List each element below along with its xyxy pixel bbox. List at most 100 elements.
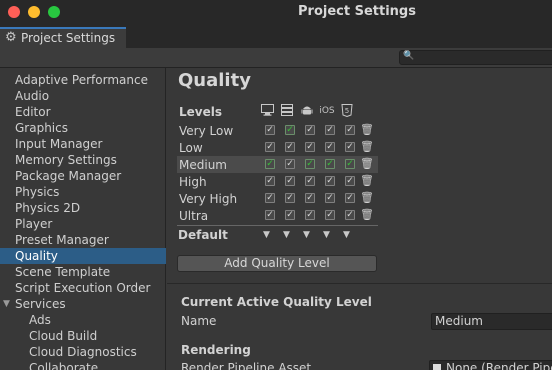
sidebar-item-cloud-build[interactable]: Cloud Build <box>0 328 166 344</box>
sidebar-item-label: Editor <box>15 105 51 119</box>
add-quality-level-button[interactable]: Add Quality Level <box>177 255 377 272</box>
sidebar-item-memory-settings[interactable]: Memory Settings <box>0 152 166 168</box>
toolbar: 🔍 <box>0 48 552 68</box>
quality-level-name: Ultra <box>179 209 209 223</box>
trash-icon[interactable]: 🗑 <box>360 208 374 222</box>
page-title: Quality <box>178 70 251 91</box>
tab-strip: ⚙ Project Settings <box>0 26 552 48</box>
sidebar-item-adaptive-performance[interactable]: Adaptive Performance <box>0 72 166 88</box>
platform-checkbox[interactable]: ✓ <box>265 193 275 203</box>
platform-checkbox[interactable]: ✓ <box>305 210 315 220</box>
trash-icon[interactable]: 🗑 <box>360 140 374 154</box>
sidebar-item-script-execution-order[interactable]: Script Execution Order <box>0 280 166 296</box>
default-dropdown-standalone[interactable]: ▼ <box>263 230 270 240</box>
trash-icon[interactable]: 🗑 <box>360 191 374 205</box>
render-pipeline-value: None (Render Pipeline Asset) <box>446 361 552 370</box>
platform-checkbox[interactable]: ✓ <box>345 159 355 169</box>
quality-level-row[interactable]: Very High ✓ ✓ ✓ ✓ ✓ 🗑 <box>177 190 378 207</box>
tab-label: Project Settings <box>21 31 116 45</box>
platform-checkbox[interactable]: ✓ <box>265 210 275 220</box>
sidebar-item-cloud-diagnostics[interactable]: Cloud Diagnostics <box>0 344 166 360</box>
platform-checkbox[interactable]: ✓ <box>285 176 295 186</box>
platform-checkbox[interactable]: ✓ <box>265 125 275 135</box>
platform-checkbox[interactable]: ✓ <box>305 142 315 152</box>
platform-checkbox[interactable]: ✓ <box>285 159 295 169</box>
trash-icon[interactable]: 🗑 <box>360 157 374 171</box>
platform-checkbox[interactable]: ✓ <box>285 210 295 220</box>
sidebar-item-label: Collaborate <box>29 361 99 370</box>
platform-checkbox[interactable]: ✓ <box>325 125 335 135</box>
platform-checkbox[interactable]: ✓ <box>345 142 355 152</box>
sidebar-item-label: Physics 2D <box>15 201 81 215</box>
trash-icon[interactable]: 🗑 <box>360 123 374 137</box>
levels-separator <box>177 225 378 226</box>
sidebar-item-collaborate[interactable]: Collaborate <box>0 360 166 370</box>
sidebar-item-scene-template[interactable]: Scene Template <box>0 264 166 280</box>
name-label: Name <box>181 314 217 328</box>
trash-icon[interactable]: 🗑 <box>360 174 374 188</box>
sidebar-item-graphics[interactable]: Graphics <box>0 120 166 136</box>
quality-level-name: Very Low <box>179 124 234 138</box>
platform-checkbox[interactable]: ✓ <box>265 159 275 169</box>
platform-checkbox[interactable]: ✓ <box>345 210 355 220</box>
platform-checkbox[interactable]: ✓ <box>305 176 315 186</box>
platform-checkbox[interactable]: ✓ <box>325 193 335 203</box>
search-input[interactable]: 🔍 <box>399 50 552 65</box>
rendering-section-title: Rendering <box>181 343 251 357</box>
monitor-icon <box>260 104 274 118</box>
sidebar-item-ads[interactable]: Ads <box>0 312 166 328</box>
quality-level-row[interactable]: High ✓ ✓ ✓ ✓ ✓ 🗑 <box>177 173 378 190</box>
close-window-button[interactable] <box>8 6 20 18</box>
quality-level-name: Low <box>179 141 203 155</box>
name-field[interactable]: Medium <box>431 313 552 330</box>
platform-checkbox[interactable]: ✓ <box>325 176 335 186</box>
sidebar-item-label: Physics <box>15 185 60 199</box>
render-pipeline-field[interactable]: None (Render Pipeline Asset) <box>429 360 552 370</box>
sidebar-item-quality[interactable]: Quality <box>0 248 166 264</box>
platform-checkbox[interactable]: ✓ <box>285 193 295 203</box>
tab-project-settings[interactable]: ⚙ Project Settings <box>0 27 126 48</box>
sidebar-item-label: Cloud Diagnostics <box>29 345 137 359</box>
sidebar-item-physics[interactable]: Physics <box>0 184 166 200</box>
platform-checkbox[interactable]: ✓ <box>345 125 355 135</box>
default-dropdown-android[interactable]: ▼ <box>303 230 310 240</box>
sidebar-item-package-manager[interactable]: Package Manager <box>0 168 166 184</box>
sidebar-item-preset-manager[interactable]: Preset Manager <box>0 232 166 248</box>
sidebar-item-input-manager[interactable]: Input Manager <box>0 136 166 152</box>
zoom-window-button[interactable] <box>48 6 60 18</box>
minimize-window-button[interactable] <box>28 6 40 18</box>
sidebar-item-audio[interactable]: Audio <box>0 88 166 104</box>
quality-level-row[interactable]: Low ✓ ✓ ✓ ✓ ✓ 🗑 <box>177 139 378 156</box>
sidebar-item-physics-2d[interactable]: Physics 2D <box>0 200 166 216</box>
sidebar-item-label: Scene Template <box>15 265 111 279</box>
sidebar-item-label: Audio <box>15 89 50 103</box>
quality-level-row[interactable]: Very Low ✓ ✓ ✓ ✓ ✓ 🗑 <box>177 122 378 139</box>
platform-checkbox[interactable]: ✓ <box>325 142 335 152</box>
server-icon <box>280 104 294 118</box>
platform-checkbox[interactable]: ✓ <box>305 125 315 135</box>
quality-level-row[interactable]: Medium ✓ ✓ ✓ ✓ ✓ 🗑 <box>177 156 378 173</box>
chevron-down-icon[interactable]: ▼ <box>3 296 10 312</box>
sidebar-item-label: Cloud Build <box>29 329 98 343</box>
platform-checkbox[interactable]: ✓ <box>305 193 315 203</box>
platform-checkbox[interactable]: ✓ <box>285 142 295 152</box>
default-dropdown-webgl[interactable]: ▼ <box>343 230 350 240</box>
platform-checkbox[interactable]: ✓ <box>285 125 295 135</box>
quality-level-row[interactable]: Ultra ✓ ✓ ✓ ✓ ✓ 🗑 <box>177 207 378 224</box>
sidebar-item-label: Script Execution Order <box>15 281 151 295</box>
platform-checkbox[interactable]: ✓ <box>265 176 275 186</box>
html5-icon: 5 <box>340 104 354 118</box>
platform-checkbox[interactable]: ✓ <box>305 159 315 169</box>
default-dropdown-ios[interactable]: ▼ <box>323 230 330 240</box>
sidebar-item-services[interactable]: ▼ Services <box>0 296 166 312</box>
quality-level-name: Medium <box>179 158 227 172</box>
platform-checkbox[interactable]: ✓ <box>325 210 335 220</box>
sidebar-item-player[interactable]: Player <box>0 216 166 232</box>
default-dropdown-server[interactable]: ▼ <box>283 230 290 240</box>
quality-level-name: High <box>179 175 207 189</box>
platform-checkbox[interactable]: ✓ <box>345 193 355 203</box>
platform-checkbox[interactable]: ✓ <box>345 176 355 186</box>
sidebar-item-editor[interactable]: Editor <box>0 104 166 120</box>
platform-checkbox[interactable]: ✓ <box>325 159 335 169</box>
platform-checkbox[interactable]: ✓ <box>265 142 275 152</box>
